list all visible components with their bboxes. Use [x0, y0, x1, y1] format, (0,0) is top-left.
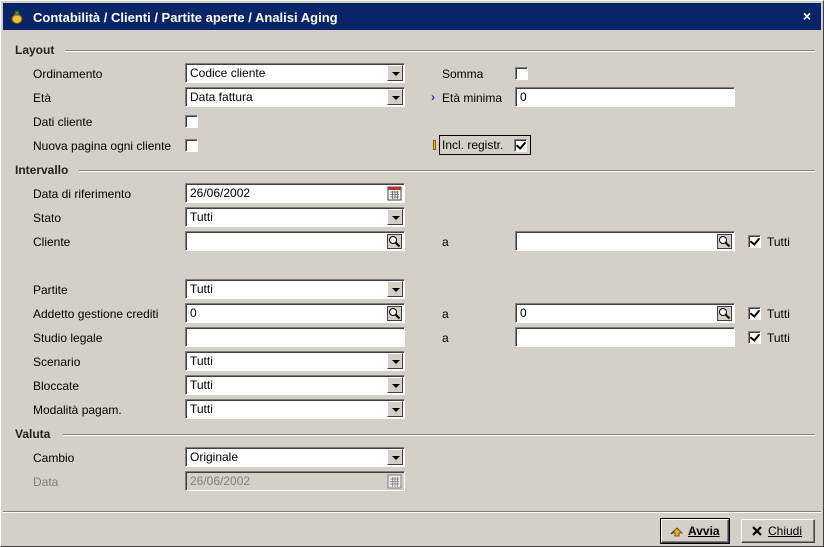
- eta-value: Data fattura: [190, 90, 253, 104]
- section-intervallo: Intervallo: [15, 163, 69, 177]
- dati-cliente-label: Dati cliente: [33, 115, 93, 129]
- section-valuta: Valuta: [15, 427, 51, 441]
- studio-legale-from-input[interactable]: [185, 327, 405, 347]
- chevron-down-icon[interactable]: [387, 377, 403, 393]
- stato-label: Stato: [33, 211, 62, 225]
- stato-select[interactable]: Tutti: [185, 207, 405, 227]
- chevron-down-icon[interactable]: [387, 401, 403, 417]
- chevron-down-icon[interactable]: [387, 209, 403, 225]
- bloccate-select[interactable]: Tutti: [185, 375, 405, 395]
- partite-value: Tutti: [190, 282, 213, 296]
- section-divider: [79, 170, 815, 172]
- eta-label: Età: [33, 91, 52, 105]
- required-marker-icon: ›: [431, 90, 435, 104]
- somma-checkbox[interactable]: [515, 67, 528, 80]
- close-icon: [752, 526, 762, 536]
- ordinamento-select[interactable]: Codice cliente: [185, 63, 405, 83]
- addetto-to-input[interactable]: 0: [515, 303, 735, 323]
- cambio-label: Cambio: [33, 451, 75, 465]
- dialog-window: Contabilità / Clienti / Partite aperte /…: [0, 0, 824, 547]
- modalita-select[interactable]: Tutti: [185, 399, 405, 419]
- chevron-down-icon[interactable]: [387, 89, 403, 105]
- data-riferimento-value: 26/06/2002: [190, 186, 251, 200]
- studio-legale-tutti-checkbox[interactable]: [748, 331, 761, 344]
- somma-label: Somma: [442, 67, 484, 81]
- cliente-tutti-checkbox[interactable]: [748, 235, 761, 248]
- focus-marker-icon: [433, 140, 436, 150]
- addetto-from-input[interactable]: 0: [185, 303, 405, 323]
- addetto-to-value: 0: [520, 306, 527, 320]
- data-riferimento-label: Data di riferimento: [33, 187, 132, 201]
- cambio-value: Originale: [190, 450, 239, 464]
- chiudi-button[interactable]: Chiudi: [741, 519, 815, 543]
- data-riferimento-input[interactable]: 26/06/2002: [185, 183, 405, 203]
- section-divider: [65, 50, 815, 52]
- close-window-button[interactable]: ×: [799, 7, 815, 25]
- addetto-tutti-checkbox[interactable]: [748, 307, 761, 320]
- dati-cliente-checkbox[interactable]: [185, 115, 198, 128]
- title-bar[interactable]: Contabilità / Clienti / Partite aperte /…: [3, 3, 821, 30]
- search-icon[interactable]: [717, 234, 732, 249]
- addetto-label: Addetto gestione crediti: [33, 307, 159, 321]
- bloccate-label: Bloccate: [33, 379, 80, 393]
- chevron-down-icon[interactable]: [387, 65, 403, 81]
- ordinamento-label: Ordinamento: [33, 67, 103, 81]
- search-icon[interactable]: [387, 306, 402, 321]
- studio-legale-to-label: a: [442, 331, 449, 345]
- addetto-tutti-label: Tutti: [767, 307, 790, 321]
- bloccate-value: Tutti: [190, 378, 213, 392]
- calendar-icon[interactable]: [387, 186, 402, 201]
- avvia-button[interactable]: Avvia: [660, 518, 730, 544]
- footer-divider: [3, 511, 821, 513]
- stato-value: Tutti: [190, 210, 213, 224]
- nuova-pagina-label: Nuova pagina ogni cliente: [33, 139, 172, 153]
- run-icon: [670, 527, 683, 537]
- data-valuta-value: 26/06/2002: [190, 474, 251, 488]
- cambio-select[interactable]: Originale: [185, 447, 405, 467]
- incl-registr-group[interactable]: Incl. registr.: [439, 135, 531, 155]
- addetto-to-label: a: [442, 307, 449, 321]
- scenario-label: Scenario: [33, 355, 81, 369]
- scenario-select[interactable]: Tutti: [185, 351, 405, 371]
- search-icon[interactable]: [387, 234, 402, 249]
- incl-registr-checkbox[interactable]: [514, 139, 527, 152]
- section-layout: Layout: [15, 43, 55, 57]
- studio-legale-to-input[interactable]: [515, 327, 735, 347]
- chevron-down-icon[interactable]: [387, 353, 403, 369]
- search-icon[interactable]: [717, 306, 732, 321]
- incl-registr-label: Incl. registr.: [442, 138, 504, 152]
- eta-select[interactable]: Data fattura: [185, 87, 405, 107]
- calendar-icon: [387, 474, 402, 489]
- eta-minima-label: Età minima: [442, 91, 503, 105]
- ordinamento-value: Codice cliente: [190, 66, 266, 80]
- studio-legale-label: Studio legale: [33, 331, 103, 345]
- cliente-tutti-label: Tutti: [767, 235, 790, 249]
- studio-legale-tutti-label: Tutti: [767, 331, 790, 345]
- data-valuta-label: Data: [33, 475, 59, 489]
- chevron-down-icon[interactable]: [387, 449, 403, 465]
- cliente-to-label: a: [442, 235, 449, 249]
- window-title: Contabilità / Clienti / Partite aperte /…: [33, 10, 338, 25]
- section-divider: [63, 434, 815, 436]
- data-valuta-input: 26/06/2002: [185, 471, 405, 491]
- eta-minima-input[interactable]: 0: [515, 87, 735, 107]
- cliente-to-input[interactable]: [515, 231, 735, 251]
- chiudi-label: Chiudi: [768, 524, 803, 538]
- modalita-label: Modalità pagam.: [33, 403, 122, 417]
- cliente-label: Cliente: [33, 235, 71, 249]
- chevron-down-icon[interactable]: [387, 281, 403, 297]
- nuova-pagina-checkbox[interactable]: [185, 139, 198, 152]
- money-bag-icon: [11, 10, 23, 24]
- eta-minima-value: 0: [520, 90, 527, 104]
- partite-label: Partite: [33, 283, 68, 297]
- scenario-value: Tutti: [190, 354, 213, 368]
- partite-select[interactable]: Tutti: [185, 279, 405, 299]
- addetto-from-value: 0: [190, 306, 197, 320]
- avvia-label: Avvia: [688, 524, 720, 538]
- cliente-from-input[interactable]: [185, 231, 405, 251]
- modalita-value: Tutti: [190, 402, 213, 416]
